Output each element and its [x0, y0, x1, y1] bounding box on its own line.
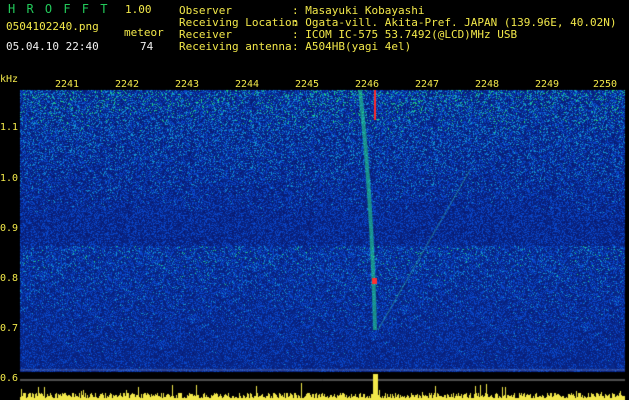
- x-tick-label: 2245: [295, 79, 320, 90]
- spectrogram-canvas: [0, 0, 629, 400]
- app-version: 1.00: [125, 3, 152, 16]
- x-tick-label: 2250: [593, 79, 618, 90]
- meteor-label: meteor: [124, 26, 164, 39]
- x-tick-label: 2247: [415, 79, 440, 90]
- app-name: H R O F F T: [8, 2, 110, 16]
- datetime-label: 05.04.10 22:40: [6, 40, 99, 53]
- x-tick-label: 2244: [235, 79, 260, 90]
- x-tick-label: 2248: [475, 79, 500, 90]
- x-tick-label: 2243: [175, 79, 200, 90]
- y-tick-label: 0.7: [0, 323, 19, 334]
- y-tick-label: 0.9: [0, 223, 19, 234]
- x-tick-label: 2241: [55, 79, 80, 90]
- meteor-count: 74: [140, 40, 154, 53]
- x-tick-label: 2246: [355, 79, 380, 90]
- filename-label: 0504102240.png: [6, 20, 99, 33]
- antenna-label: Receiving antenna: [179, 40, 292, 53]
- y-tick-label: 1.1: [0, 122, 19, 133]
- y-axis-unit: kHz: [0, 74, 19, 85]
- y-tick-label: 0.6: [0, 373, 19, 384]
- antenna-value: : A504HB(yagi 4el): [292, 40, 412, 53]
- y-tick-label: 0.8: [0, 273, 19, 284]
- y-tick-label: 1.0: [0, 173, 19, 184]
- x-tick-label: 2242: [115, 79, 140, 90]
- x-tick-label: 2249: [535, 79, 560, 90]
